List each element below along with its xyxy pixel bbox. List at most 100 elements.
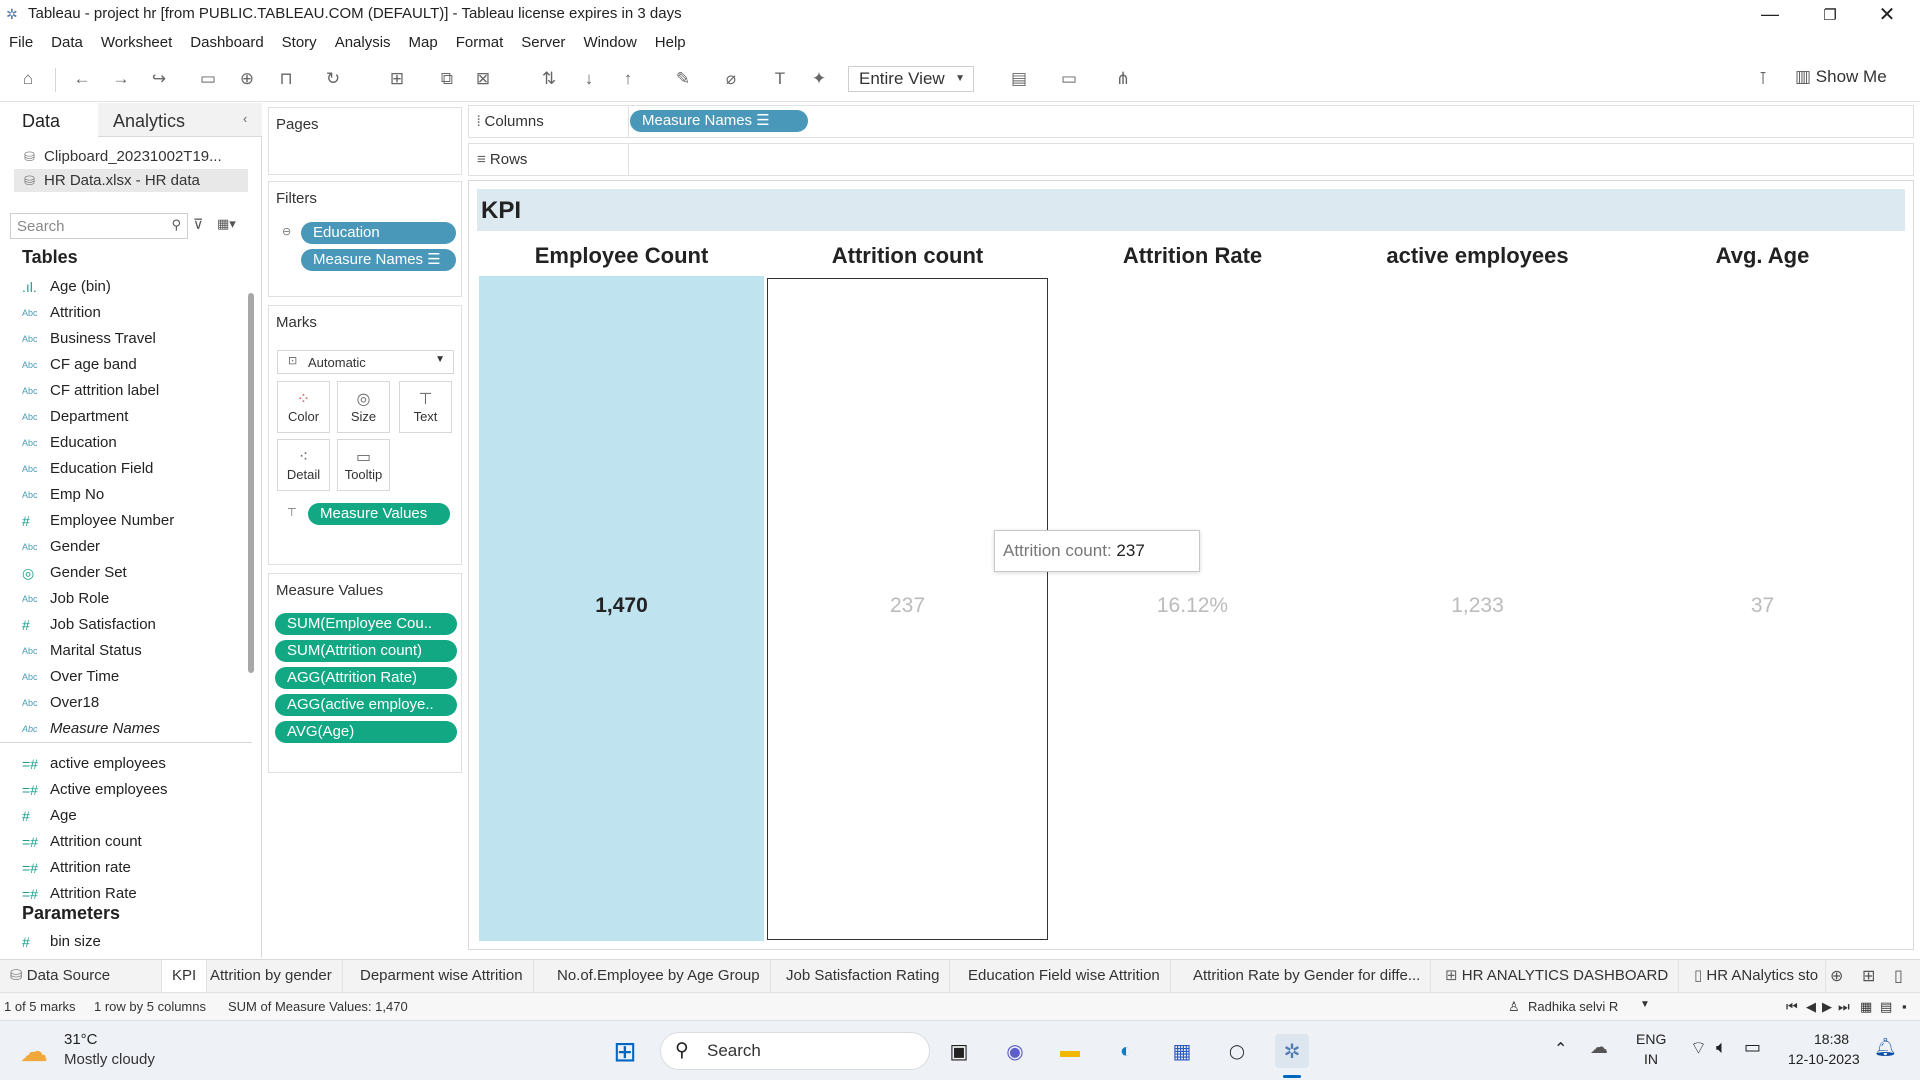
menu-server[interactable]: Server [512, 29, 574, 56]
replace-data-icon[interactable]: ↪ [148, 68, 170, 90]
film-strip-icon[interactable]: ▤ [1880, 999, 1892, 1015]
field-job-satisfaction[interactable]: # Job Satisfaction [22, 612, 252, 638]
redo-icon[interactable]: → [110, 68, 132, 90]
new-worksheet-tab-icon[interactable]: ⊕ [1830, 966, 1843, 986]
wifi-icon[interactable]: ⌔ [1690, 1037, 1707, 1060]
first-sheet-icon[interactable]: ⏮ [1786, 999, 1798, 1015]
menu-help[interactable]: Help [646, 29, 695, 56]
show-labels-icon[interactable]: T [769, 68, 791, 90]
language-bottom[interactable]: IN [1644, 1051, 1658, 1067]
new-story-tab-icon[interactable]: ▯ [1894, 966, 1903, 986]
field-active-employees[interactable]: =# active employees [22, 751, 252, 777]
field-age-bin[interactable]: .ıl. Age (bin) [22, 274, 252, 300]
datasource-clipboard[interactable]: ⛁ Clipboard_20231002T19... [14, 145, 248, 168]
measure-pill[interactable]: AVG(Age) [275, 721, 457, 743]
color-button[interactable]: ⁘ Color [277, 381, 330, 433]
task-view-icon[interactable]: ▣ [942, 1034, 976, 1068]
tabs-icon[interactable]: ▪ [1902, 999, 1907, 1014]
search-input[interactable]: Search ⚲ [10, 213, 188, 239]
pages-shelf[interactable]: Pages [268, 107, 462, 175]
measure-pill[interactable]: AGG(active employe.. [275, 694, 457, 716]
field-business-travel[interactable]: Abc Business Travel [22, 326, 252, 352]
tab-analytics[interactable]: Analytics [98, 103, 262, 137]
field-over-time[interactable]: Abc Over Time [22, 664, 252, 690]
menu-worksheet[interactable]: Worksheet [92, 29, 181, 56]
last-sheet-icon[interactable]: ⏭ [1838, 999, 1850, 1015]
microsoft-store-icon[interactable]: ▦ [1165, 1034, 1199, 1068]
pause-updates-icon[interactable]: ⊓ [275, 68, 297, 90]
field-active-employees[interactable]: =# Active employees [22, 777, 252, 803]
new-worksheet-icon[interactable]: ⊞ [386, 68, 408, 90]
datasource-hr-data[interactable]: ⛁ HR Data.xlsx - HR data [14, 169, 248, 192]
field-cf-age-band[interactable]: Abc CF age band [22, 352, 252, 378]
field-emp-no[interactable]: Abc Emp No [22, 482, 252, 508]
field-employee-number[interactable]: # Employee Number [22, 508, 252, 534]
menu-dashboard[interactable]: Dashboard [181, 29, 272, 56]
menu-window[interactable]: Window [574, 29, 645, 56]
next-sheet-icon[interactable]: ▶ [1822, 999, 1832, 1015]
field-education-field[interactable]: Abc Education Field [22, 456, 252, 482]
tab-hr-story[interactable]: ▯ HR ANalytics sto [1684, 960, 1826, 992]
tab-hr-dashboard[interactable]: ⊞ HR ANALYTICS DASHBOARD [1435, 960, 1680, 992]
clock-date[interactable]: 12-10-2023 [1788, 1051, 1860, 1067]
new-datasource-icon[interactable]: ⊕ [236, 68, 258, 90]
tab-attrition-rate-gender[interactable]: Attrition Rate by Gender for diffe... [1183, 960, 1432, 992]
filter-icon[interactable]: ⊽ [193, 216, 203, 233]
refresh-icon[interactable]: ↻ [322, 68, 344, 90]
tab-data-source[interactable]: ⛁ Data Source [0, 960, 162, 992]
tab-education-field[interactable]: Education Field wise Attrition [958, 960, 1171, 992]
menu-format[interactable]: Format [447, 29, 513, 56]
presentation-icon[interactable]: ▭ [1058, 68, 1080, 90]
duplicate-icon[interactable]: ⧉ [436, 68, 458, 90]
save-icon[interactable]: ▭ [197, 68, 219, 90]
field-marital-status[interactable]: Abc Marital Status [22, 638, 252, 664]
columns-pill-measure-names[interactable]: Measure Names ☰ [630, 110, 808, 132]
field-age[interactable]: # Age [22, 803, 252, 829]
text-button[interactable]: ⊤ Text [399, 381, 452, 433]
edge-browser-icon[interactable]: ◐ [1109, 1034, 1143, 1068]
close-button[interactable]: ✕ [1862, 0, 1912, 29]
detail-button[interactable]: ⁖ Detail [277, 439, 330, 491]
fit-dropdown[interactable]: Entire View ▼ [848, 66, 974, 92]
chevron-down-icon[interactable]: ▼ [1640, 999, 1650, 1010]
kpi-value[interactable]: 237 [765, 594, 1050, 618]
teams-chat-icon[interactable]: ◉ [998, 1034, 1032, 1068]
field-attrition[interactable]: Abc Attrition [22, 300, 252, 326]
restore-button[interactable]: ❐ [1805, 0, 1855, 29]
highlight-icon[interactable]: ✎ [672, 68, 694, 90]
measure-pill[interactable]: SUM(Employee Cou.. [275, 613, 457, 635]
scrollbar[interactable] [248, 293, 254, 673]
collapse-pane-icon[interactable]: ‹ [243, 111, 247, 126]
undo-icon[interactable]: ← [71, 68, 93, 90]
tooltip-button[interactable]: ▭ Tooltip [337, 439, 390, 491]
swap-icon[interactable]: ⇅ [538, 68, 560, 90]
onedrive-icon[interactable]: ☁ [1590, 1037, 1608, 1058]
field-education[interactable]: Abc Education [22, 430, 252, 456]
menu-data[interactable]: Data [42, 29, 92, 56]
rows-shelf[interactable]: ≡ Rows [468, 143, 1914, 176]
field-measure-names[interactable]: Abc Measure Names [22, 716, 252, 742]
language-top[interactable]: ENG [1636, 1031, 1666, 1047]
filters-shelf[interactable]: Filters ⊖ Education Measure Names ☰ [268, 181, 462, 297]
minimize-button[interactable]: — [1745, 0, 1795, 29]
measure-pill[interactable]: SUM(Attrition count) [275, 640, 457, 662]
view-options-icon[interactable]: ▦▾ [217, 216, 236, 232]
file-explorer-icon[interactable]: ▬ [1053, 1034, 1087, 1068]
group-members-icon[interactable]: ⌀ [720, 68, 742, 90]
field-bin-size[interactable]: # bin size [22, 929, 252, 955]
filter-pill-measure-names[interactable]: Measure Names ☰ [301, 249, 456, 271]
windows-start-icon[interactable]: ⊞ [608, 1034, 642, 1068]
volume-icon[interactable]: 🔈︎ [1716, 1037, 1727, 1058]
cards-icon[interactable]: ▤ [1008, 68, 1030, 90]
field-gender[interactable]: Abc Gender [22, 534, 252, 560]
show-me-button[interactable]: ▥ Show Me [1795, 67, 1887, 87]
home-icon[interactable]: ⌂ [17, 68, 39, 90]
sheet-sorter-icon[interactable]: ▦ [1860, 999, 1872, 1015]
field-gender-set[interactable]: ◎ Gender Set [22, 560, 252, 586]
field-attrition-rate[interactable]: =# Attrition rate [22, 855, 252, 881]
field-department[interactable]: Abc Department [22, 404, 252, 430]
tab-attrition-by-gender[interactable]: Attrition by gender [200, 960, 343, 992]
new-dashboard-tab-icon[interactable]: ⊞ [1862, 966, 1875, 986]
clock-time[interactable]: 18:38 [1814, 1031, 1849, 1047]
chevron-up-icon[interactable]: ⌃ [1554, 1039, 1567, 1059]
